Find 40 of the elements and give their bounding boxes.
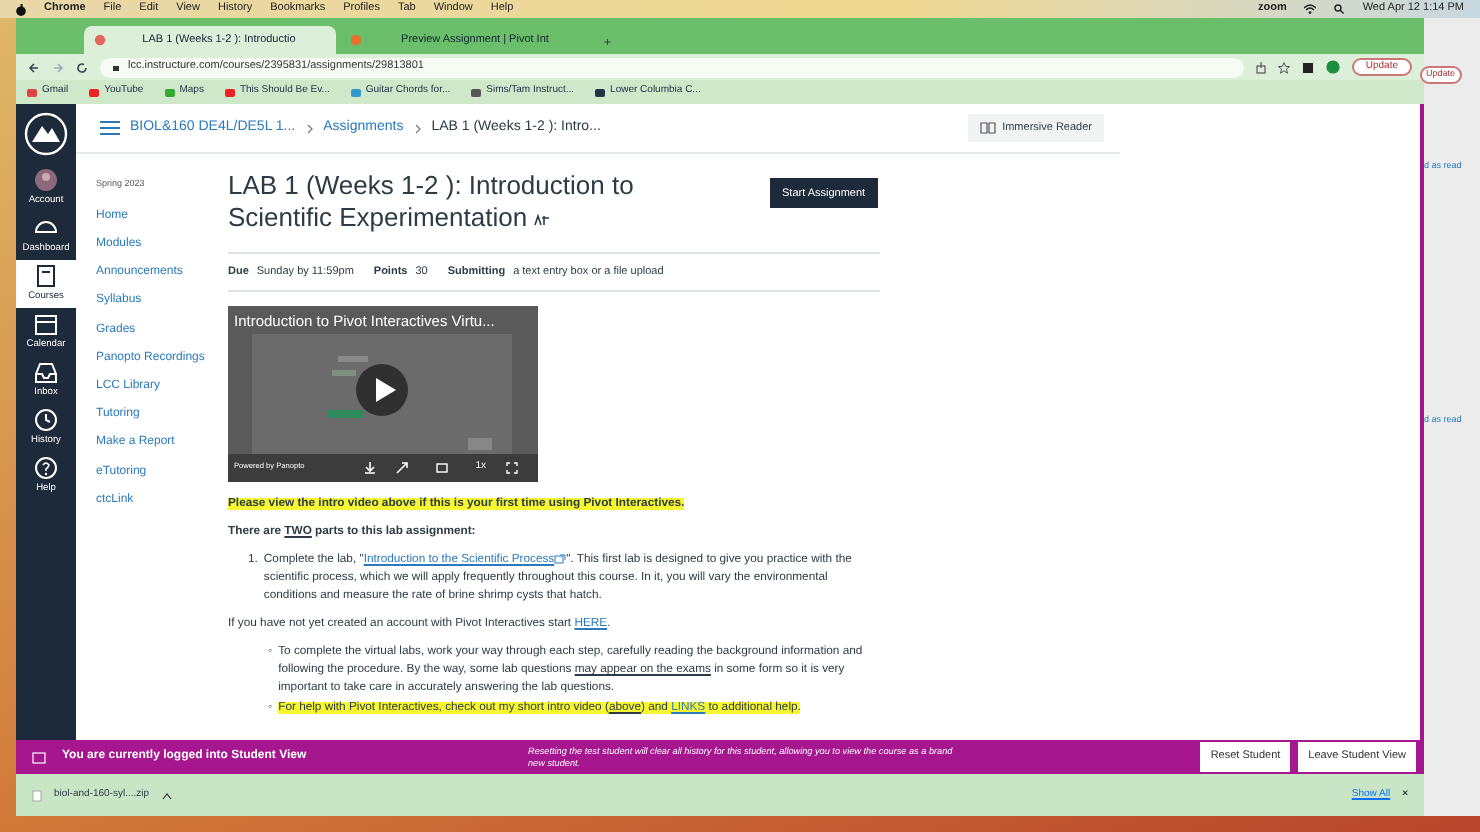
play-button[interactable] bbox=[354, 362, 410, 419]
chevron-icon bbox=[413, 123, 422, 133]
chevron-up-icon[interactable] bbox=[161, 791, 172, 799]
page-title: LAB 1 (Weeks 1-2 ): Introduction to Scientific Experimentation bbox=[228, 170, 636, 234]
account-icon bbox=[34, 167, 58, 192]
inbox-icon bbox=[34, 359, 58, 384]
apple-icon[interactable] bbox=[16, 3, 26, 15]
bookmark-favicon-icon bbox=[594, 87, 607, 97]
extension-icon[interactable] bbox=[1301, 61, 1314, 73]
search-icon[interactable] bbox=[1334, 4, 1345, 14]
reload-icon[interactable] bbox=[76, 61, 88, 73]
bookmark-favicon-icon bbox=[163, 87, 176, 97]
chevron-icon bbox=[305, 123, 314, 133]
download-icon[interactable] bbox=[364, 462, 376, 475]
bookmark-favicon-icon bbox=[26, 87, 38, 97]
fullscreen-icon[interactable] bbox=[506, 462, 518, 475]
lock-icon bbox=[112, 62, 120, 72]
bookmark-favicon-icon bbox=[223, 87, 236, 97]
tab-favicon-icon bbox=[94, 34, 106, 46]
menu-icon[interactable] bbox=[100, 120, 120, 136]
profile-avatar-icon[interactable] bbox=[1325, 60, 1340, 74]
bookmark-favicon-icon bbox=[349, 87, 362, 97]
courses-icon bbox=[34, 263, 58, 288]
star-icon[interactable] bbox=[1277, 61, 1290, 73]
captions-icon[interactable] bbox=[436, 462, 448, 475]
tab-favicon-icon bbox=[350, 34, 362, 46]
book-icon bbox=[980, 122, 997, 134]
back-icon[interactable] bbox=[28, 61, 40, 73]
history-icon bbox=[34, 407, 58, 432]
external-link-icon bbox=[554, 554, 567, 565]
expand-icon[interactable] bbox=[396, 462, 408, 475]
translate-icon bbox=[534, 213, 551, 226]
wifi-icon[interactable] bbox=[1304, 4, 1317, 14]
help-icon bbox=[34, 455, 58, 480]
student-view-icon bbox=[32, 751, 46, 763]
bookmark-favicon-icon bbox=[88, 87, 101, 97]
share-icon[interactable] bbox=[1255, 61, 1266, 73]
bookmark-favicon-icon bbox=[470, 87, 483, 97]
calendar-icon bbox=[34, 311, 58, 336]
file-icon bbox=[32, 789, 42, 801]
